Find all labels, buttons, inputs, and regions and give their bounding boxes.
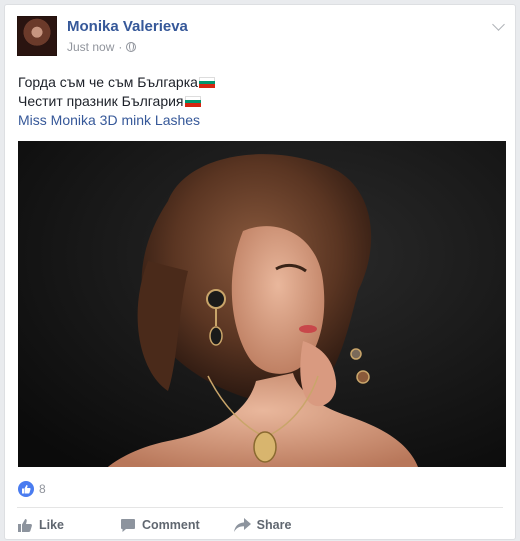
like-badge-icon <box>18 481 34 497</box>
post-header: Monika Valerieva Just now · <box>17 16 505 66</box>
like-button[interactable]: Like <box>17 514 64 536</box>
post-card: Monika Valerieva Just now · Горда съм че… <box>4 4 516 540</box>
post-photo[interactable] <box>18 141 506 467</box>
action-bar: Like Comment Share <box>17 514 315 536</box>
author-name[interactable]: Monika Valerieva <box>67 18 188 35</box>
timestamp[interactable]: Just now <box>67 40 114 54</box>
thumbs-up-icon <box>18 518 32 532</box>
post-text-line-1: Горда съм че съм Българка <box>18 74 198 90</box>
divider <box>17 507 503 508</box>
post-text: Горда съм че съм Българка Честит празник… <box>18 73 215 130</box>
comment-icon <box>121 518 136 532</box>
comment-label: Comment <box>142 518 200 532</box>
reactions-summary[interactable]: 8 <box>18 481 46 497</box>
chevron-down-icon[interactable] <box>492 18 505 31</box>
reaction-count: 8 <box>39 482 46 496</box>
share-label: Share <box>256 518 292 532</box>
like-label: Like <box>39 518 65 532</box>
share-button[interactable]: Share <box>233 514 292 536</box>
post-text-line-2: Честит празник България <box>18 93 184 109</box>
bulgaria-flag-icon <box>184 96 201 107</box>
post-link[interactable]: Miss Monika 3D mink Lashes <box>18 111 200 130</box>
post-text-line: Честит празник България <box>18 92 215 111</box>
meta-separator: · <box>118 40 123 54</box>
avatar[interactable] <box>17 16 57 56</box>
post-link-line: Miss Monika 3D mink Lashes <box>18 111 215 130</box>
post-meta: Just now · <box>67 40 137 54</box>
comment-button[interactable]: Comment <box>120 514 200 536</box>
share-arrow-icon <box>233 518 251 532</box>
post-text-line: Горда съм че съм Българка <box>18 73 215 92</box>
portrait-photo <box>18 141 506 467</box>
bulgaria-flag-icon <box>198 77 215 88</box>
globe-icon[interactable] <box>126 42 137 52</box>
